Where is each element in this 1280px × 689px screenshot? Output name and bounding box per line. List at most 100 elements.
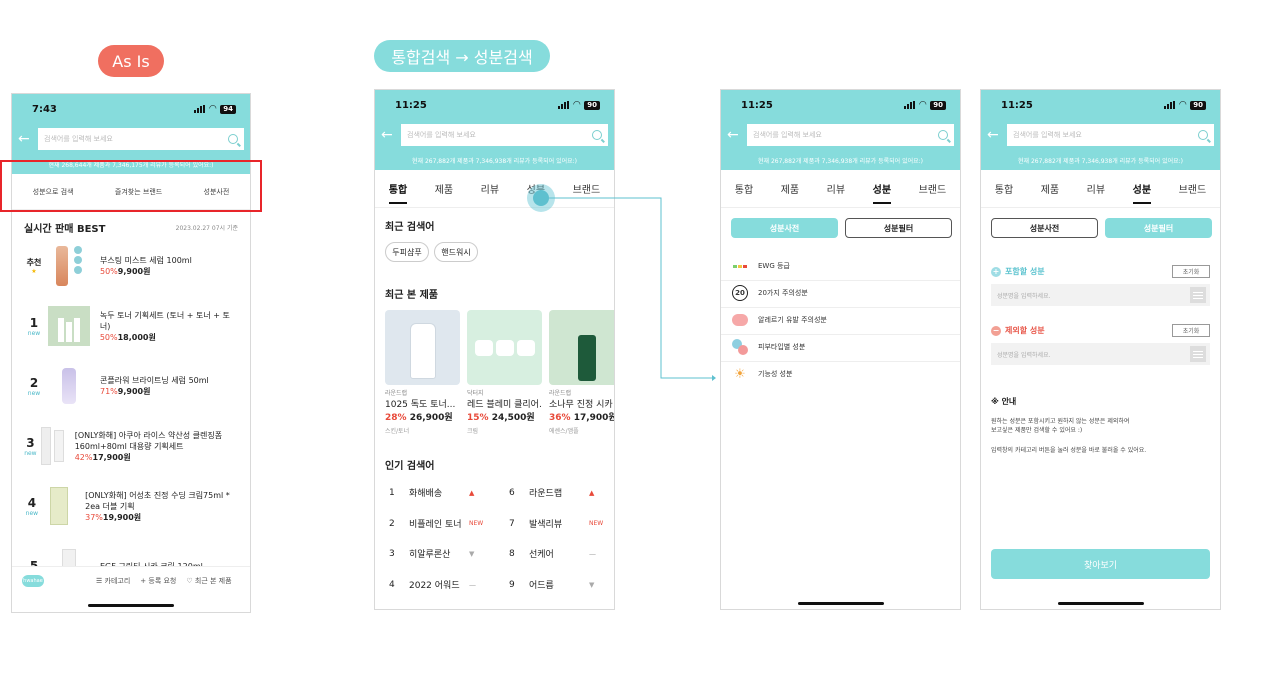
search-placeholder: 검색어를 입력해 보세요 (407, 131, 476, 139)
ingredient-dict-button[interactable]: 성분사전 (991, 218, 1098, 238)
battery-icon: 94 (220, 104, 236, 114)
list-item[interactable]: 추천 ★ 부스팅 미스트 세럼 100ml 50%9,900원 (24, 241, 240, 291)
tab-ingredients[interactable]: 성분 (1132, 171, 1152, 206)
menu-ewg[interactable]: EWG 등급 (731, 257, 790, 275)
menu-skin-type[interactable]: 피부타입별 성분 (731, 338, 805, 356)
tab-brands[interactable]: 브랜드 (573, 171, 601, 206)
tab-products[interactable]: 제품 (1041, 171, 1059, 206)
recent-search-title: 최근 검색어 (385, 222, 435, 233)
header: 11:25 ◠ 90 ← 검색어를 입력해 보세요 현재 267,882개 제품… (981, 90, 1220, 170)
popular-item[interactable]: 9 어드름 ▼ (509, 578, 594, 592)
tab-ingredients[interactable]: 성분 (872, 171, 892, 206)
status-bar: 11:25 ◠ 90 (981, 90, 1220, 120)
header: 11:25 ◠ 90 ← 검색어를 입력해 보세요 현재 267,882개 제품… (375, 90, 614, 170)
status-bar: 7:43 ◠ 94 (12, 94, 250, 124)
back-arrow-icon[interactable]: ← (18, 131, 32, 147)
ingredient-dict-button[interactable]: 성분사전 (731, 218, 838, 238)
battery-icon: 90 (930, 100, 946, 110)
list-item[interactable]: 2 new 콘플라워 브라이트닝 세럼 50ml 71%9,900원 (24, 361, 240, 411)
list-item[interactable]: 1 new 녹두 토너 기획세트 (토너 + 토너 + 토너) 50%18,000원 (24, 301, 240, 351)
search-input[interactable]: 검색어를 입력해 보세요 (401, 124, 608, 146)
wifi-icon: ◠ (1179, 100, 1187, 110)
product-card[interactable]: 닥터지 레드 블레미 클리어... 15% 24,500원 크림 (467, 310, 542, 435)
tab-reviews[interactable]: 리뷰 (481, 171, 499, 206)
exclude-input[interactable]: 성분명을 입력하세요. (991, 343, 1210, 365)
back-arrow-icon[interactable]: ← (987, 127, 1001, 143)
tab-reviews[interactable]: 리뷰 (827, 171, 845, 206)
search-icon[interactable] (1198, 130, 1208, 140)
phone-integrated-search: 11:25 ◠ 90 ← 검색어를 입력해 보세요 현재 267,882개 제품… (374, 89, 615, 610)
list-item[interactable]: 4 new [ONLY화해] 어성초 진정 수딩 크림75ml * 2ea 더블 … (24, 481, 240, 531)
signal-icon (1164, 101, 1176, 109)
menu-allergy[interactable]: 알레르기 유발 주의성분 (731, 311, 827, 329)
menu-functional[interactable]: ☀ 기능성 성분 (731, 365, 792, 383)
ingredient-filter-button[interactable]: 성분필터 (1105, 218, 1212, 238)
tab-products[interactable]: 제품 (435, 171, 453, 206)
include-input[interactable]: 성분명을 입력하세요. (991, 284, 1210, 306)
popular-item[interactable]: 8 선케어 — (509, 547, 596, 561)
tab-products[interactable]: 제품 (781, 171, 799, 206)
search-icon[interactable] (228, 134, 238, 144)
search-input[interactable]: 검색어를 입력해 보세요 (747, 124, 954, 146)
back-arrow-icon[interactable]: ← (381, 127, 395, 143)
tab-integrated[interactable]: 통합 (388, 171, 408, 206)
popular-item[interactable]: 7 발색리뷰 NEW (509, 517, 603, 531)
status-bar: 11:25 ◠ 90 (721, 90, 960, 120)
recent-search-chip[interactable]: 두피샴푸 (385, 242, 429, 262)
find-button[interactable]: 찾아보기 (991, 549, 1210, 579)
search-tabs: 통합 제품 리뷰 성분 브랜드 (721, 170, 960, 208)
popular-item[interactable]: 2 비플레인 토너 NEW (389, 517, 483, 531)
search-icon[interactable] (592, 130, 602, 140)
popular-item[interactable]: 4 2022 어워드 — (389, 578, 476, 592)
card-name: 소나무 진정 시카 앰플 (549, 400, 614, 410)
status-time: 11:25 (741, 99, 773, 111)
search-placeholder: 검색어를 입력해 보세요 (1013, 131, 1082, 139)
search-icon[interactable] (938, 130, 948, 140)
tab-reviews[interactable]: 리뷰 (1087, 171, 1105, 206)
highlight-box (0, 160, 262, 212)
back-arrow-icon[interactable]: ← (727, 127, 741, 143)
phone-ingredient-dict: 11:25 ◠ 90 ← 검색어를 입력해 보세요 현재 267,882개 제품… (720, 89, 961, 610)
tab-integrated[interactable]: 통합 (735, 171, 753, 206)
category-menu-icon[interactable] (1190, 287, 1206, 303)
category-menu-icon[interactable] (1190, 346, 1206, 362)
exclude-reset-button[interactable]: 초기화 (1172, 324, 1210, 337)
card-name: 1025 독도 토너... (385, 400, 456, 410)
popular-title: 인기 검색어 (385, 461, 435, 472)
include-reset-button[interactable]: 초기화 (1172, 265, 1210, 278)
home-indicator (88, 604, 174, 607)
status-time: 11:25 (395, 99, 427, 111)
menu-20-caution[interactable]: 20 20가지 주의성분 (731, 284, 808, 302)
ingredient-filter-button[interactable]: 성분필터 (845, 218, 952, 238)
nav-request[interactable]: + 등록 요청 (140, 576, 176, 586)
rank-badge: 2 new (27, 375, 41, 397)
guide-text-3: 입력창의 카테고리 버튼을 눌러 성분을 바로 불러올 수 있어요. (991, 447, 1147, 454)
recent-search-chip[interactable]: 핸드워시 (434, 242, 478, 262)
product-card[interactable]: 라운드랩 1025 독도 토너... 28% 26,900원 스킨/토너 (385, 310, 460, 435)
allergy-icon (731, 311, 749, 329)
popular-item[interactable]: 3 히알루론산 ▼ (389, 547, 474, 561)
product-card[interactable]: 라운드랩 소나무 진정 시카 앰플 36% 17,900원 에센스/앰플 (549, 310, 614, 435)
tab-brands[interactable]: 브랜드 (919, 171, 947, 206)
tab-integrated[interactable]: 통합 (995, 171, 1013, 206)
product-image (37, 423, 69, 469)
product-name: 부스팅 미스트 세럼 100ml (100, 256, 192, 265)
product-image (44, 363, 94, 409)
card-price: 15% 24,500원 (467, 413, 535, 423)
home-indicator (1057, 602, 1144, 605)
popular-item[interactable]: 1 화해배송 ▲ (389, 486, 474, 500)
tab-brands[interactable]: 브랜드 (1179, 171, 1207, 206)
card-brand: 닥터지 (467, 390, 484, 397)
popular-item[interactable]: 6 라운드랩 ▲ (509, 486, 594, 500)
nav-category[interactable]: ☰ 카테고리 (96, 576, 130, 586)
search-input[interactable]: 검색어를 입력해 보세요 (1007, 124, 1214, 146)
hwahae-logo[interactable]: hwahae (22, 574, 44, 587)
search-input[interactable]: 검색어를 입력해 보세요 (38, 128, 244, 150)
signal-icon (194, 105, 206, 113)
list-item[interactable]: 3 new [ONLY화해] 아쿠아 라이스 약산성 클렌징폼 160ml+80m… (24, 421, 240, 471)
tap-indicator-dot (533, 190, 549, 206)
rank-badge: 1 new (27, 315, 41, 337)
nav-recent[interactable]: ♡ 최근 본 제품 (186, 576, 231, 586)
product-price: 37%19,900원 (85, 512, 142, 522)
notice-banner: 현재 267,882개 제품과 7,346,938개 리뷰가 등록되어 있어요:… (412, 157, 577, 165)
